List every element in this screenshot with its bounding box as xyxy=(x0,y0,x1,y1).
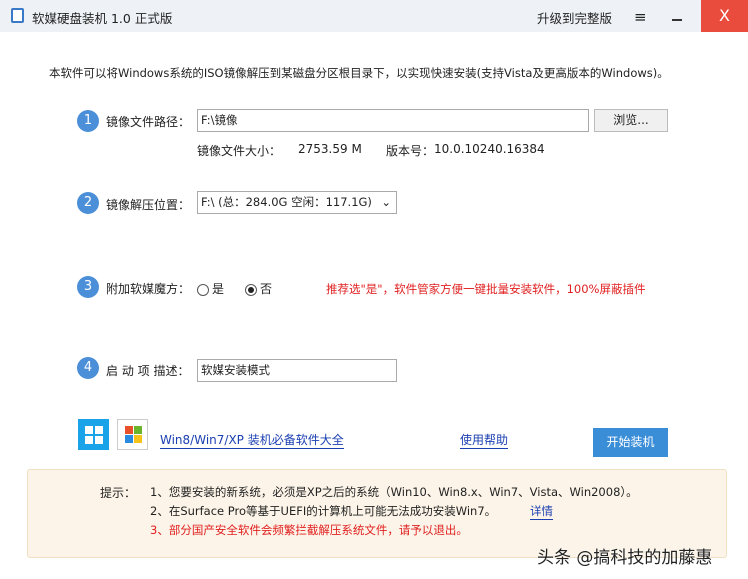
menu-icon[interactable]: ≡ xyxy=(634,8,647,26)
upgrade-link[interactable]: 升级到完整版 xyxy=(537,8,612,27)
windows-7-logo-icon[interactable] xyxy=(117,419,148,450)
size-label: 镜像文件大小： xyxy=(197,144,282,158)
extract-location-value: F:\ (总：284.0G 空闲：117.1G) xyxy=(201,195,372,209)
radio-no[interactable]: 否 xyxy=(245,280,272,297)
window-title: 软媒硬盘装机 1.0 正式版 xyxy=(32,11,173,26)
help-link[interactable]: 使用帮助 xyxy=(460,431,509,449)
radio-no-icon[interactable] xyxy=(245,283,257,296)
intro-text: 本软件可以将Windows系统的ISO镜像解压到某磁盘分区根目录下，以实现快速安… xyxy=(49,66,669,80)
software-collection-link[interactable]: Win8/Win7/XP 装机必备软件大全 xyxy=(160,431,344,449)
radio-no-label: 否 xyxy=(260,282,273,296)
size-value: 2753.59 M xyxy=(298,142,362,156)
extract-location-select[interactable]: F:\ (总：284.0G 空闲：117.1G) ⌄ xyxy=(197,191,397,214)
close-button[interactable]: X xyxy=(701,0,748,32)
chevron-down-icon: ⌄ xyxy=(381,195,391,209)
step-2-badge: 2 xyxy=(77,192,99,214)
app-icon xyxy=(11,8,24,23)
step-4-label: 启 动 项 描述： xyxy=(106,364,190,378)
details-link[interactable]: 详情 xyxy=(530,503,553,520)
radio-yes-label: 是 xyxy=(212,282,225,296)
tip-line-3: 3、部分国产安全软件会频繁拦截解压系统文件，请予以退出。 xyxy=(150,523,468,537)
radio-yes-icon[interactable] xyxy=(197,283,209,296)
watermark: 头条 @搞科技的加藤惠 xyxy=(537,548,713,568)
step-3-badge: 3 xyxy=(77,276,99,298)
tip-line-2: 2、在Surface Pro等基于UEFI的计算机上可能无法成功安装Win7。 xyxy=(150,504,497,518)
step-3-label: 附加软媒魔方： xyxy=(106,282,191,296)
recommend-hint: 推荐选"是"，软件管家方便一键批量安装软件，100%屏蔽插件 xyxy=(326,282,646,296)
iso-path-input[interactable]: F:\镜像\cn_windows_10_enterprise_2015_ltsb… xyxy=(197,109,589,132)
windows-logo-icon[interactable] xyxy=(78,419,109,450)
start-install-button[interactable]: 开始装机 xyxy=(593,428,668,457)
tip-line-1: 1、您要安装的新系统，必须是XP之后的系统（Win10、Win8.x、Win7、… xyxy=(150,485,638,499)
version-value: 10.0.10240.16384 xyxy=(434,142,545,156)
browse-button[interactable]: 浏览... xyxy=(594,109,668,132)
tips-label: 提示： xyxy=(100,486,137,500)
minimize-icon[interactable] xyxy=(672,19,682,21)
boot-description-input[interactable]: 软媒安装模式 xyxy=(197,359,397,382)
step-1-badge: 1 xyxy=(77,110,99,132)
step-2-label: 镜像解压位置： xyxy=(106,198,191,212)
version-label: 版本号： xyxy=(386,144,435,158)
step-4-badge: 4 xyxy=(77,357,99,379)
step-1-label: 镜像文件路径： xyxy=(106,115,191,129)
radio-yes[interactable]: 是 xyxy=(197,280,224,297)
title-bar: 软媒硬盘装机 1.0 正式版 升级到完整版 ≡ X xyxy=(0,0,748,32)
